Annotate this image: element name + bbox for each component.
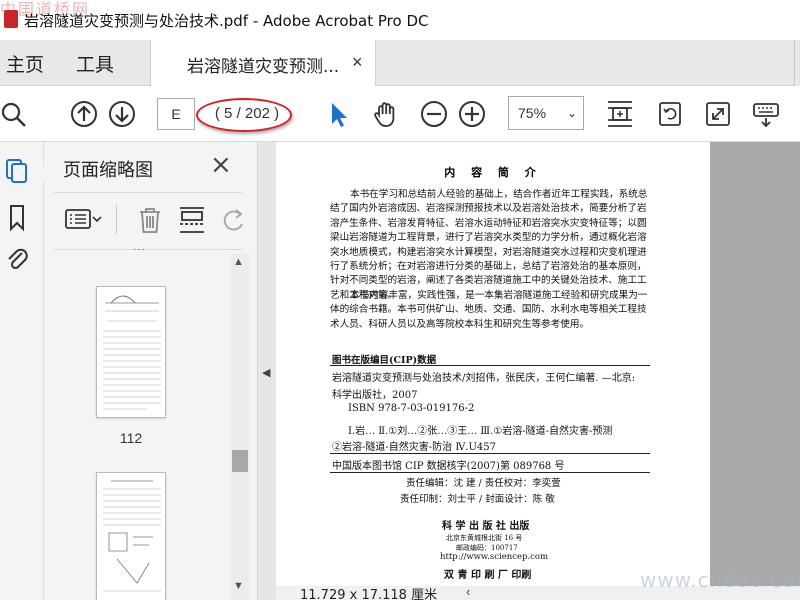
delete-icon[interactable] [134, 204, 166, 236]
page-size-text: 11.729 x 17.118 厘米 [300, 588, 438, 600]
panel-pointer [36, 166, 44, 182]
rotate-view-icon[interactable] [654, 98, 686, 130]
page-thumbnail[interactable] [96, 472, 166, 600]
title-bar: 中国道桥网 岩溶隧道灾变预测与处治技术.pdf - Adobe Acrobat … [0, 0, 800, 40]
search-icon[interactable] [0, 98, 30, 130]
editor-line: 责任编辑：沈 建 / 责任校对：李奕萱 [406, 478, 561, 489]
insert-pages-icon[interactable] [176, 204, 208, 236]
tab-bar-edge [794, 40, 800, 86]
main-toolbar: E ( 5 / 202 ) 75% ⌄ [0, 86, 800, 142]
select-cursor-icon[interactable] [322, 98, 354, 130]
pdf-paragraph-1: 本书在学习和总结前人经验的基础上，结合作者近年工程实践，系统总结了国内外岩溶成因… [330, 189, 648, 301]
page-count-highlight [196, 98, 292, 132]
cip-line-2: 科学出版社，2007 [332, 390, 418, 401]
panel-title: 页面缩略图 [63, 160, 153, 181]
cip-line-5: ②岩溶-隧道-自然灾害-防治 Ⅳ.U457 [332, 442, 496, 453]
address-line: 北京东黄城根北街 16 号 [446, 534, 523, 542]
hand-tool-icon[interactable] [370, 98, 402, 130]
cip-rule-top [330, 365, 650, 366]
cip-line-1: 岩溶隧道灾变预测与处治技术/刘招伟，张民庆，王何仁编著. —北京: [332, 373, 636, 384]
previous-page-icon[interactable] [68, 98, 100, 130]
menu-tools[interactable]: 工具 [76, 50, 114, 77]
scroll-down-icon[interactable]: ▼ [233, 580, 244, 592]
tab-bar: 主页 工具 岩溶隧道灾变预测... × [0, 40, 800, 86]
close-icon[interactable]: × [210, 150, 232, 180]
publisher-line: 科 学 出 版 社 出版 [442, 521, 530, 532]
options-menu-icon[interactable] [64, 204, 104, 236]
zoom-out-icon[interactable] [418, 98, 450, 130]
scrollbar-thumb[interactable] [232, 450, 248, 472]
collapse-left-icon[interactable]: ◀ [262, 366, 270, 379]
document-margin [710, 142, 800, 586]
thumbnail-label: 112 [119, 430, 143, 446]
zoom-select[interactable]: 75% ⌄ [508, 96, 584, 130]
menu-home[interactable]: 主页 [6, 50, 44, 77]
print-line: 责任印制：刘士平 / 封面设计：陈 敬 [400, 494, 555, 505]
toolbar-divider [116, 204, 117, 234]
printer-line: 双 青 印 刷 厂 印刷 [444, 570, 532, 581]
thumbnails-panel: 页面缩略图 × ··· 112 ▲ ▼ [44, 142, 258, 600]
cip-heading: 图书在版编目(CIP)数据 [332, 355, 437, 366]
document-tab-label: 岩溶隧道灾变预测... [187, 57, 340, 77]
bookmark-icon[interactable] [4, 202, 30, 232]
website-line: http://www.sciencep.com [440, 552, 549, 562]
tab-close-icon[interactable]: × [352, 52, 363, 73]
thumbnail-scrollbar[interactable]: ▲ ▼ [230, 254, 250, 600]
cip-line-3: ISBN 978-7-03-019176-2 [348, 403, 475, 414]
watermark-right: www.cndao.com [640, 568, 800, 592]
scroll-up-icon[interactable]: ▲ [233, 256, 244, 268]
collapse-panel-strip[interactable]: ◀ [258, 142, 276, 600]
fit-page-icon[interactable] [604, 98, 636, 130]
pdf-paragraph-2: 本书内容丰富，实践性强，是一本集岩溶隧道施工经验和研究成果为一体的综合书籍。本书… [330, 290, 648, 330]
cip-line-4: Ⅰ.岩… Ⅱ.①刘…②张…③王… Ⅲ.①岩溶-隧道-自然灾害-预测 [348, 426, 613, 437]
zoom-value: 75% [518, 105, 547, 121]
cip-line-6: 中国版本图书馆 CIP 数据核字(2007)第 089768 号 [332, 461, 565, 472]
pdf-page: 内 容 简 介 本书在学习和总结前人经验的基础上，结合作者近年工程实践，系统总结… [276, 142, 710, 586]
next-page-icon[interactable] [106, 98, 138, 130]
keyboard-icon[interactable] [750, 98, 782, 130]
page-thumbnails-icon[interactable] [4, 156, 30, 186]
rotate-page-icon[interactable] [218, 204, 250, 236]
cip-rule-bottom [330, 472, 650, 473]
chevron-down-icon: ⌄ [566, 106, 577, 120]
document-view: ◀ 内 容 简 介 本书在学习和总结前人经验的基础上，结合作者近年工程实践，系统… [258, 142, 800, 600]
full-screen-icon[interactable] [702, 98, 734, 130]
cip-rule-middle [330, 453, 650, 454]
thumbnail-list: 112 [44, 250, 230, 600]
left-navigation-rail [0, 142, 44, 600]
zoom-in-icon[interactable] [456, 98, 488, 130]
page-number-input[interactable]: E [157, 98, 195, 130]
page-thumbnail[interactable] [96, 286, 166, 418]
panel-divider [54, 192, 242, 193]
chevron-left-icon[interactable]: ‹ [466, 586, 470, 599]
window-title: 岩溶隧道灾变预测与处治技术.pdf - Adobe Acrobat Pro DC [24, 12, 429, 30]
document-tab[interactable]: 岩溶隧道灾变预测... × [150, 40, 376, 86]
attachment-icon[interactable] [4, 244, 30, 274]
pdf-page-title: 内 容 简 介 [444, 166, 542, 179]
